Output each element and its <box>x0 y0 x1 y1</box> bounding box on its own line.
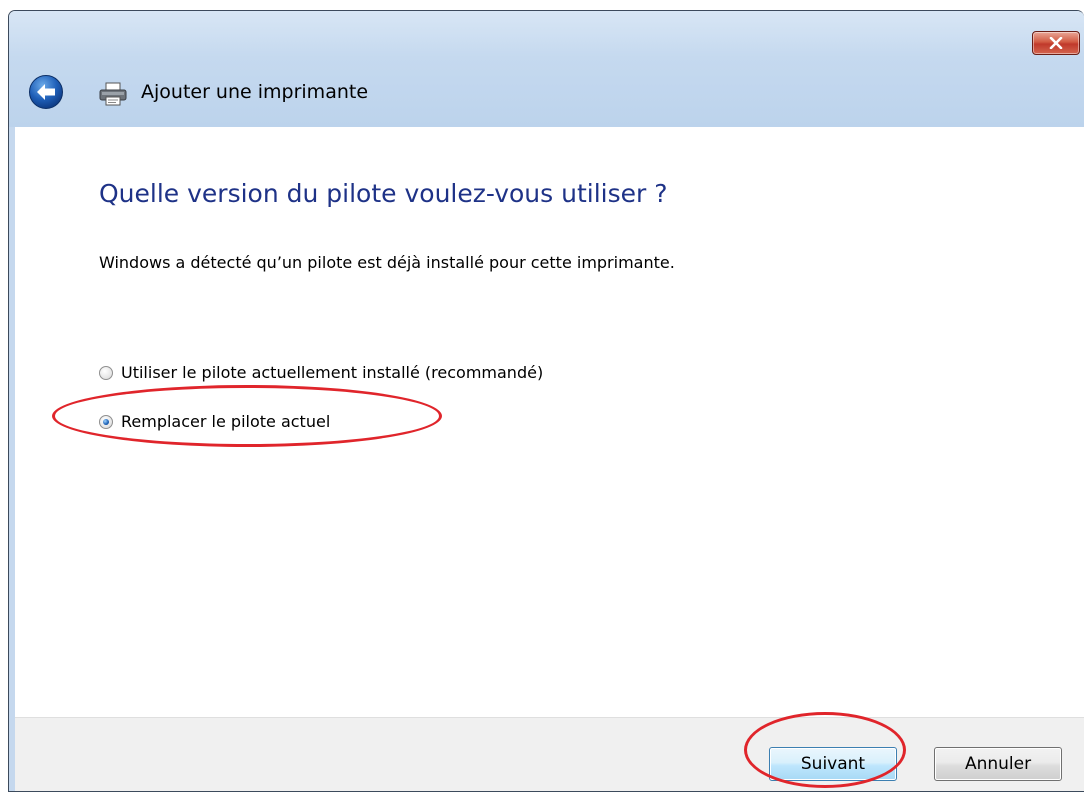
next-button[interactable]: Suivant <box>769 747 897 781</box>
title-bar: Ajouter une imprimante <box>9 11 1084 127</box>
wizard-footer: Suivant Annuler <box>15 717 1084 791</box>
cancel-button[interactable]: Annuler <box>934 747 1062 781</box>
back-arrow-icon <box>28 75 64 114</box>
radio-use-current-driver[interactable] <box>99 365 113 380</box>
close-button[interactable] <box>1032 31 1080 55</box>
page-description: Windows a détecté qu’un pilote est déjà … <box>99 253 675 272</box>
close-icon <box>1049 37 1063 49</box>
printer-icon <box>97 81 129 107</box>
back-button[interactable] <box>28 74 64 110</box>
add-printer-window: Ajouter une imprimante Quelle version du… <box>8 10 1084 792</box>
option-label: Remplacer le pilote actuel <box>121 412 331 431</box>
option-label: Utiliser le pilote actuellement installé… <box>121 363 544 382</box>
wizard-content: Quelle version du pilote voulez-vous uti… <box>15 127 1084 717</box>
option-use-current-driver[interactable]: Utiliser le pilote actuellement installé… <box>99 363 543 382</box>
radio-replace-driver[interactable] <box>99 414 113 429</box>
window-title: Ajouter une imprimante <box>141 81 369 103</box>
option-replace-driver[interactable]: Remplacer le pilote actuel <box>99 412 330 431</box>
page-heading: Quelle version du pilote voulez-vous uti… <box>99 179 668 208</box>
